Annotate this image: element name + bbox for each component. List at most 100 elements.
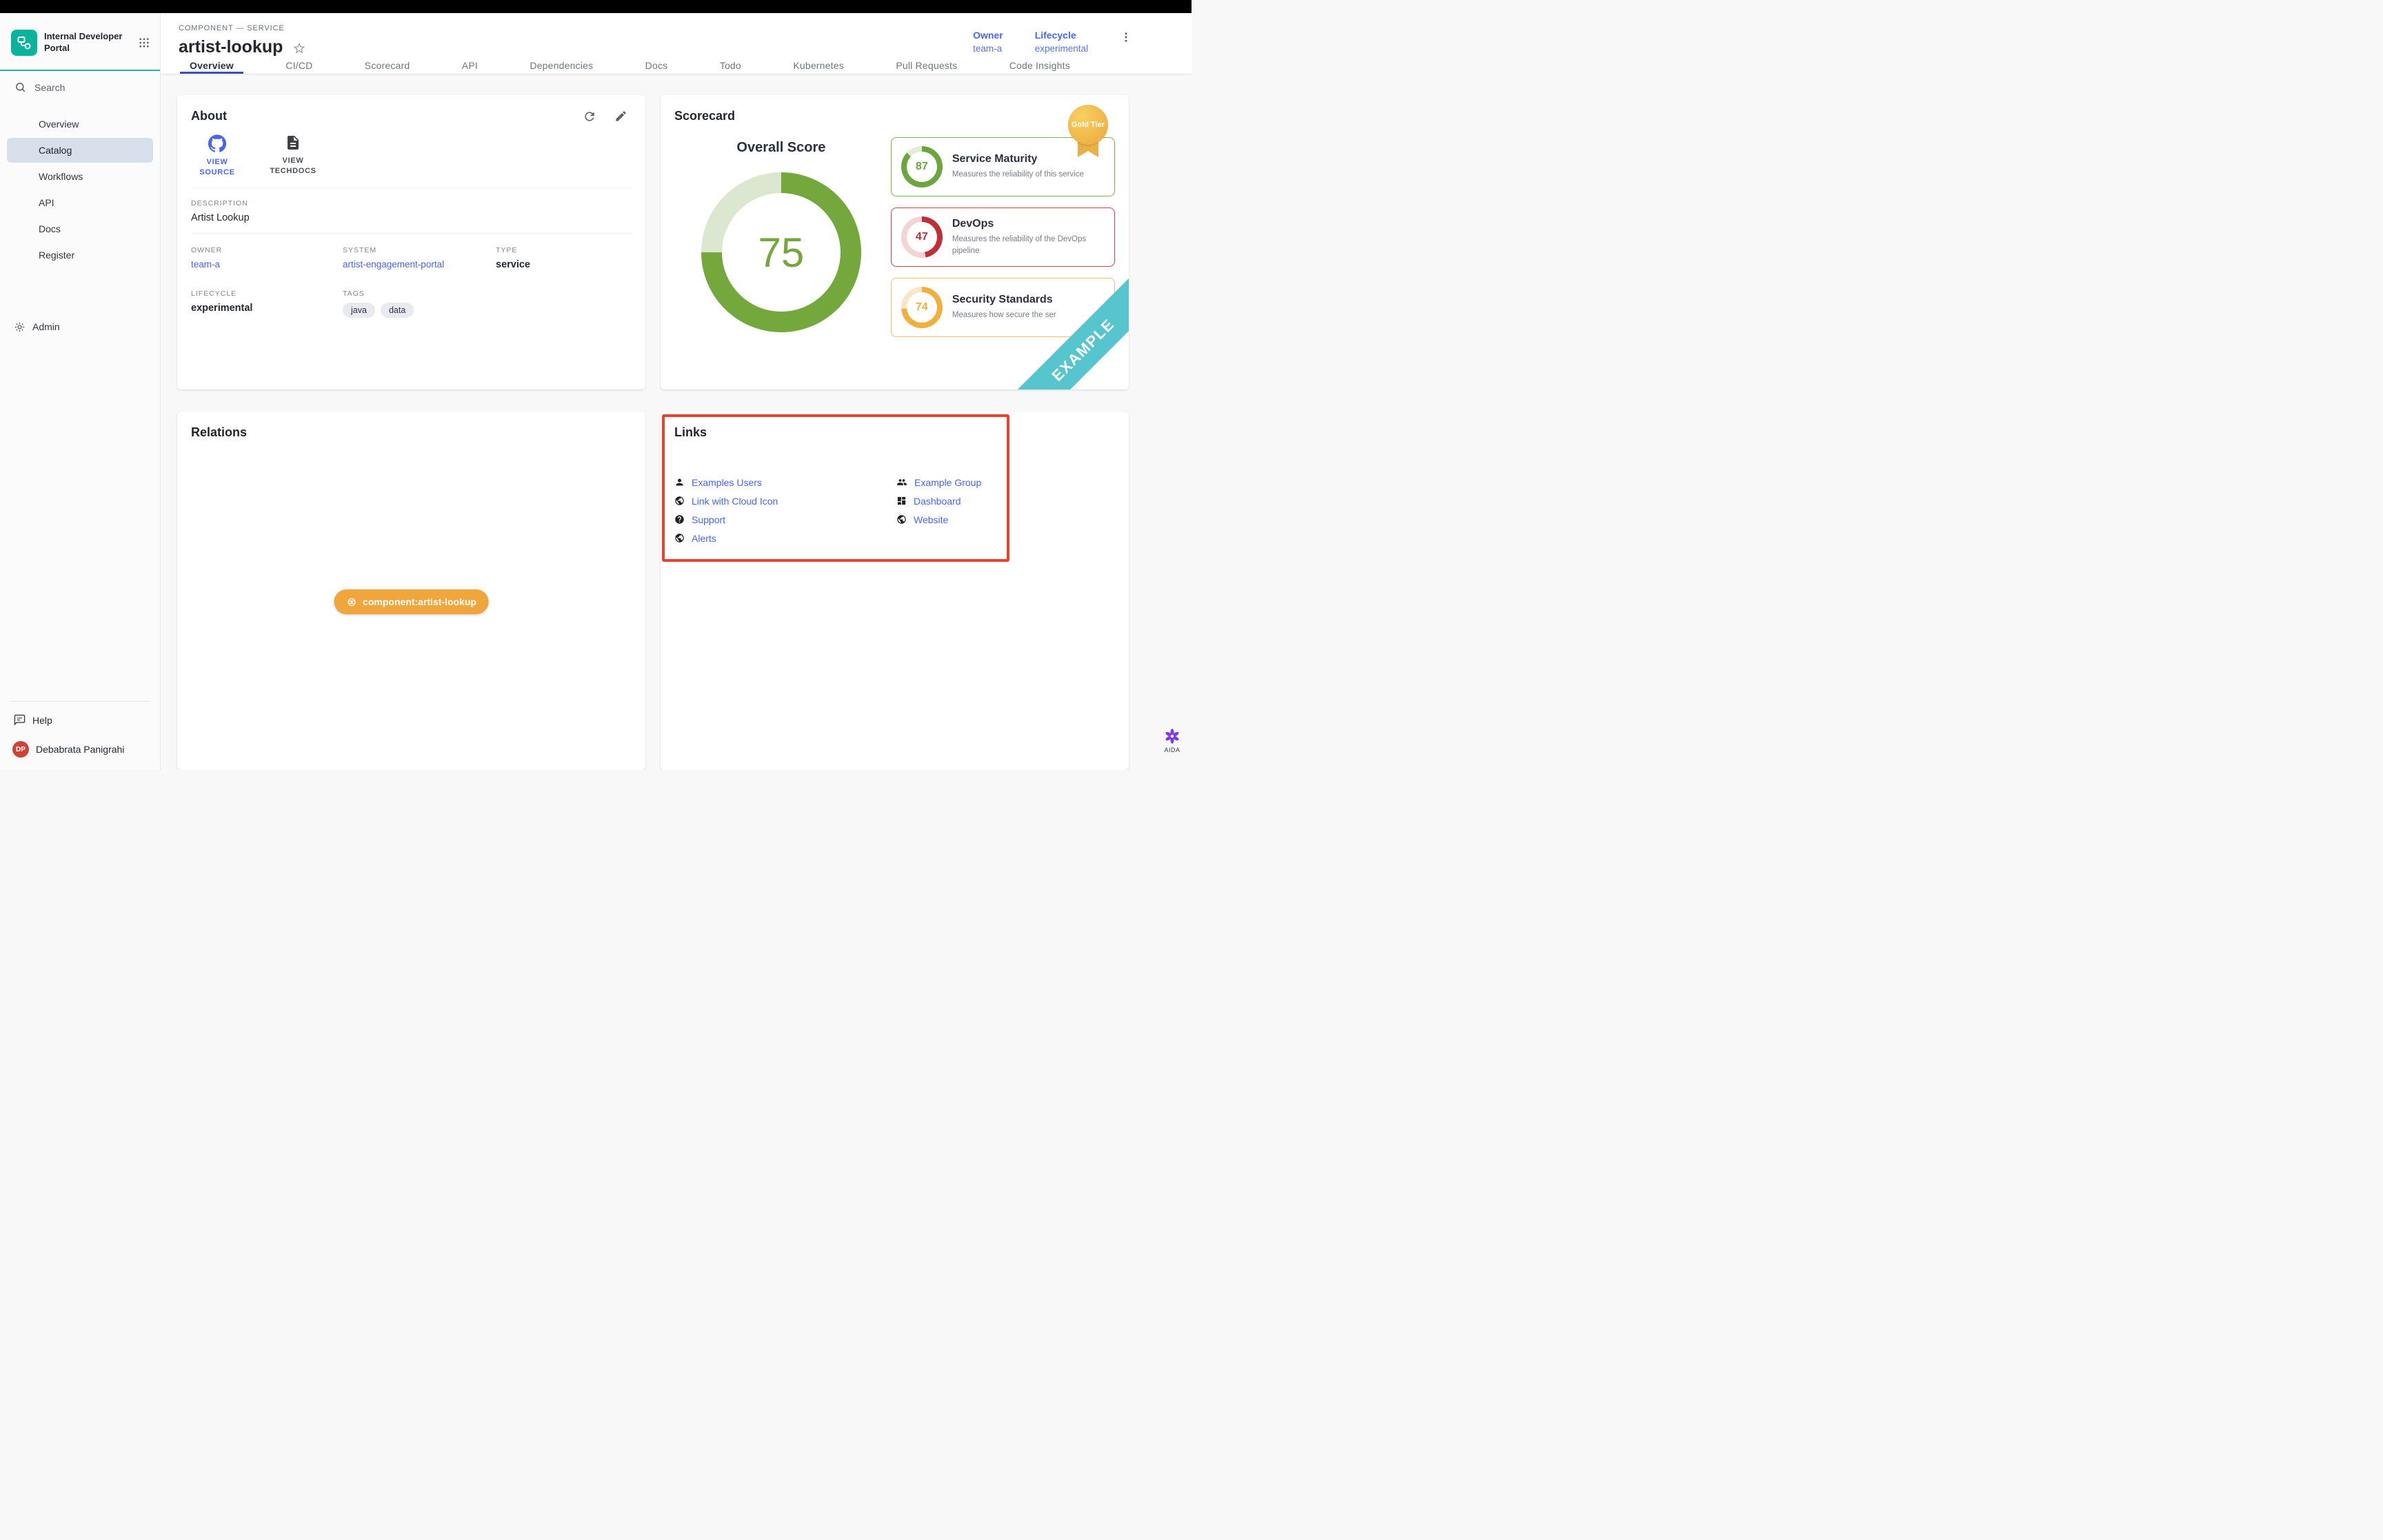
- relation-node-component[interactable]: component:artist-lookup: [334, 589, 489, 614]
- about-card: About VIEW SO: [177, 95, 645, 389]
- github-icon: [208, 134, 226, 152]
- gold-tier-badge: Gold Tier: [1068, 105, 1108, 157]
- scorecard-title: Scorecard: [674, 109, 735, 123]
- sidebar: Internal Developer Portal Search Overvie…: [0, 13, 161, 770]
- tab-todo[interactable]: Todo: [709, 57, 752, 74]
- devops-name: DevOps: [952, 218, 1103, 230]
- relation-node-label: component:artist-lookup: [363, 596, 476, 607]
- system-field-link[interactable]: artist-engagement-portal: [343, 259, 496, 270]
- owner-meta: Owner team-a: [973, 30, 1003, 54]
- main-area: COMPONENT — SERVICE artist-lookup Owner …: [161, 13, 1192, 770]
- links-title: Links: [674, 425, 707, 439]
- score-card-devops[interactable]: 47 DevOps Measures the reliability of th…: [891, 207, 1115, 267]
- group-icon: [896, 477, 907, 487]
- sidebar-item-docs[interactable]: Docs: [7, 216, 153, 241]
- type-field-value: service: [496, 259, 632, 270]
- tab-dependencies[interactable]: Dependencies: [519, 57, 604, 74]
- tag-chip-data[interactable]: data: [381, 303, 414, 318]
- link-with-cloud-icon[interactable]: Link with Cloud Icon: [674, 494, 896, 507]
- link-example-group[interactable]: Example Group: [896, 476, 981, 489]
- view-techdocs-button[interactable]: VIEW TECHDOCS: [267, 134, 319, 178]
- tab-api[interactable]: API: [451, 57, 489, 74]
- link-label: Link with Cloud Icon: [692, 496, 778, 507]
- dashboard-icon: [896, 496, 907, 506]
- owner-field-label: OWNER: [191, 246, 343, 254]
- tab-code-insights[interactable]: Code Insights: [998, 57, 1081, 74]
- apps-grid-icon[interactable]: [138, 37, 150, 49]
- globe-icon: [896, 514, 907, 525]
- link-alerts[interactable]: Alerts: [674, 531, 896, 545]
- content-grid: About VIEW SO: [161, 74, 1192, 770]
- sidebar-item-catalog[interactable]: Catalog: [7, 138, 153, 163]
- description-value: Artist Lookup: [191, 212, 632, 223]
- edit-pencil-icon[interactable]: [614, 110, 627, 123]
- tab-overview[interactable]: Overview: [179, 57, 245, 74]
- sidebar-divider: [10, 701, 150, 702]
- link-label: Alerts: [692, 533, 716, 544]
- sidebar-header: Internal Developer Portal: [0, 13, 160, 71]
- sidebar-item-workflows[interactable]: Workflows: [7, 164, 153, 189]
- security-standards-name: Security Standards: [952, 294, 1056, 306]
- owner-field-link[interactable]: team-a: [191, 259, 343, 270]
- refresh-icon[interactable]: [583, 110, 596, 123]
- portal-logo-icon: [16, 34, 32, 51]
- tab-scorecard[interactable]: Scorecard: [354, 57, 421, 74]
- sidebar-item-register[interactable]: Register: [7, 243, 153, 267]
- sidebar-item-help[interactable]: Help: [0, 710, 160, 730]
- link-label: Website: [914, 514, 948, 525]
- tag-chip-java[interactable]: java: [343, 303, 375, 318]
- owner-label: Owner: [973, 30, 1003, 41]
- link-support[interactable]: Support: [674, 513, 896, 526]
- gold-tier-label: Gold Tier: [1068, 105, 1108, 145]
- sidebar-item-api[interactable]: API: [7, 190, 153, 215]
- favorite-star-icon[interactable]: [292, 41, 306, 55]
- sidebar-item-overview[interactable]: Overview: [7, 112, 153, 136]
- overall-score-label: Overall Score: [736, 140, 825, 156]
- system-topbar: [0, 0, 1192, 13]
- tab-kubernetes[interactable]: Kubernetes: [782, 57, 855, 74]
- scorecard-card: Scorecard Gold Tier Overall Score 75: [661, 95, 1129, 389]
- sidebar-item-admin[interactable]: Admin: [0, 314, 160, 339]
- document-icon: [285, 134, 301, 151]
- link-dashboard[interactable]: Dashboard: [896, 494, 981, 507]
- overall-score-donut: 75: [701, 172, 861, 332]
- link-examples-users[interactable]: Examples Users: [674, 476, 896, 489]
- lifecycle-value: experimental: [1035, 43, 1088, 54]
- app-logo[interactable]: [11, 30, 37, 56]
- description-label: DESCRIPTION: [191, 199, 632, 207]
- devops-value: 47: [907, 222, 937, 252]
- tab-pull-requests[interactable]: Pull Requests: [885, 57, 968, 74]
- lifecycle-meta: Lifecycle experimental: [1035, 30, 1088, 54]
- link-label: Example Group: [914, 477, 981, 488]
- avatar: DP: [12, 741, 29, 758]
- link-website[interactable]: Website: [896, 513, 981, 526]
- aida-flower-icon: [1164, 728, 1180, 744]
- type-field-label: TYPE: [496, 246, 632, 254]
- sidebar-footer: Help DP Debabrata Panigrahi: [0, 701, 160, 770]
- relations-title: Relations: [191, 425, 247, 439]
- globe-icon: [674, 496, 685, 506]
- overall-score-block: Overall Score 75: [684, 123, 878, 337]
- tab-ci-cd[interactable]: CI/CD: [274, 57, 323, 74]
- user-profile[interactable]: DP Debabrata Panigrahi: [0, 730, 160, 758]
- page-title: artist-lookup: [179, 37, 283, 57]
- admin-label: Admin: [32, 321, 60, 332]
- sidebar-nav: Overview Catalog Workflows API Docs Regi…: [0, 110, 160, 269]
- breadcrumb: COMPONENT — SERVICE: [179, 24, 306, 32]
- sidebar-search[interactable]: Search: [0, 71, 160, 102]
- search-icon: [14, 81, 26, 93]
- person-icon: [674, 477, 685, 487]
- view-source-label: VIEW SOURCE: [191, 157, 243, 178]
- entity-header: COMPONENT — SERVICE artist-lookup Owner …: [161, 13, 1192, 57]
- devops-gauge: 47: [901, 216, 943, 258]
- tab-docs[interactable]: Docs: [634, 57, 679, 74]
- help-label: Help: [32, 715, 52, 726]
- tags-field-label: TAGS: [343, 290, 496, 298]
- gear-icon: [14, 321, 26, 333]
- aida-label: AIDA: [1164, 747, 1180, 753]
- aida-launcher[interactable]: AIDA: [1164, 728, 1180, 753]
- owner-value-link[interactable]: team-a: [973, 43, 1003, 54]
- app-title: Internal Developer Portal: [44, 31, 131, 54]
- view-source-button[interactable]: VIEW SOURCE: [191, 134, 243, 178]
- kebab-menu-icon[interactable]: [1120, 31, 1132, 43]
